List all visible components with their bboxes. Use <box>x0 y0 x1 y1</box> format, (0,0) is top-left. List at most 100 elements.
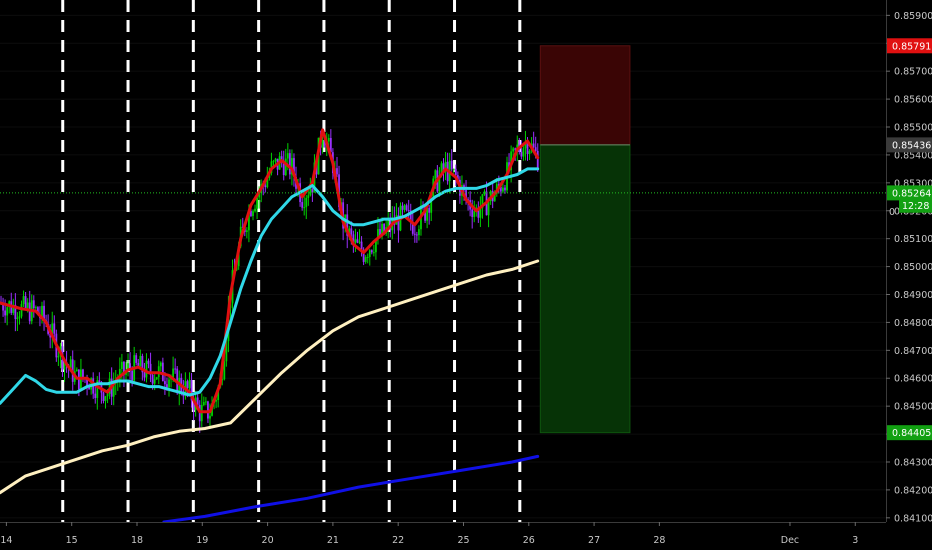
candle-body <box>32 300 35 309</box>
y-tick-label: 0.85000 <box>894 262 932 273</box>
candle-body <box>487 200 490 216</box>
candle-body <box>350 228 353 235</box>
candle-body <box>168 379 170 388</box>
x-tick-label: 27 <box>588 535 600 546</box>
y-tick-label: 0.84200 <box>894 485 932 496</box>
candle-body <box>166 384 168 388</box>
x-tick-label: 19 <box>196 535 208 546</box>
candle-body <box>161 362 164 382</box>
x-tick-label: 3 <box>852 535 858 546</box>
candle-body <box>172 368 175 378</box>
candle-body <box>26 302 29 309</box>
candle-body <box>358 241 361 243</box>
candle-body <box>336 168 338 175</box>
candle-body <box>286 153 289 159</box>
candle-body <box>405 205 408 211</box>
candle-body <box>536 150 539 171</box>
candle-body <box>174 368 177 370</box>
candle-body <box>303 207 306 209</box>
candle-body <box>22 296 25 305</box>
candle-body <box>75 369 78 372</box>
candle-body <box>204 401 207 403</box>
candle-body <box>34 307 37 309</box>
candle-body <box>415 234 418 236</box>
price-tag-label: 0.85436 <box>892 140 931 151</box>
candle-body <box>471 209 474 217</box>
candle-body <box>102 392 105 402</box>
candle-body <box>532 143 535 148</box>
x-tick-label: 18 <box>131 535 143 546</box>
position-tool <box>539 45 631 434</box>
candle-body <box>202 402 205 406</box>
candle-body <box>272 161 275 163</box>
candle-body <box>434 170 437 179</box>
candle-body <box>120 361 123 369</box>
candle-body <box>151 374 154 384</box>
y-tick-label: 0.84900 <box>894 290 932 301</box>
candle-body <box>452 168 455 170</box>
candle-body <box>155 377 158 380</box>
x-tick-label: 14 <box>0 535 12 546</box>
candle-body <box>284 158 287 175</box>
candle-body <box>18 316 21 318</box>
take-profit-zone[interactable] <box>539 144 631 434</box>
candle-body <box>139 356 142 367</box>
candle-body <box>16 317 19 319</box>
candle-body <box>24 296 27 309</box>
candle-body <box>450 160 453 170</box>
y-tick-label: 0.85600 <box>894 95 932 106</box>
candle-body <box>504 187 506 191</box>
candle-body <box>403 205 406 210</box>
x-tick-label: Dec <box>781 535 799 546</box>
candle-body <box>264 185 267 188</box>
candle-body <box>164 381 166 385</box>
candle-body <box>520 151 523 157</box>
y-tick-label: 0.84300 <box>894 457 932 468</box>
candle-body <box>147 360 150 364</box>
candle-body <box>364 257 367 262</box>
y-tick-label: 0.84600 <box>894 374 932 385</box>
candle-body <box>98 380 101 382</box>
x-tick-label: 22 <box>392 535 404 546</box>
y-tick-label: 0.85700 <box>894 67 932 78</box>
axis-marker: 0 <box>889 207 895 218</box>
y-tick-label: 0.85100 <box>894 234 932 245</box>
candle-body <box>28 302 31 322</box>
y-tick-label: 0.84700 <box>894 346 932 357</box>
candle-body <box>256 197 258 209</box>
candle-body <box>311 188 314 193</box>
y-tick-label: 0.85900 <box>894 11 932 22</box>
candle-body <box>153 379 156 384</box>
candle-body <box>368 250 371 257</box>
candle-body <box>473 211 476 217</box>
x-tick-label: 15 <box>66 535 78 546</box>
candle-body <box>413 233 416 235</box>
candle-body <box>366 256 369 258</box>
y-tick-label: 0.84100 <box>894 513 932 524</box>
moving-average-line-3 <box>162 454 540 524</box>
candle-body <box>57 356 60 358</box>
candle-body <box>370 250 373 253</box>
x-tick-label: 25 <box>457 535 469 546</box>
candle-body <box>131 370 134 381</box>
price-chart[interactable]: 0.859000.858000.857000.856000.855000.854… <box>0 0 932 550</box>
candle-body <box>94 393 97 398</box>
x-tick-label: 20 <box>262 535 274 546</box>
candle-body <box>321 139 324 148</box>
moving-averages <box>0 128 540 524</box>
candle-body <box>502 187 504 192</box>
candle-body <box>209 415 211 419</box>
candle-body <box>327 137 330 142</box>
x-tick-label: 26 <box>523 535 535 546</box>
candle-body <box>207 401 209 419</box>
stop-loss-zone[interactable] <box>539 45 631 146</box>
candle-body <box>145 360 148 378</box>
candle-body <box>53 323 56 334</box>
candle-body <box>305 197 308 208</box>
candle-body <box>522 148 525 157</box>
candle-body <box>274 158 277 162</box>
candle-body <box>401 205 404 210</box>
countdown-label: 12:28 <box>902 201 929 212</box>
candle-body <box>356 239 359 243</box>
price-tag-label: 0.84405 <box>892 428 931 439</box>
